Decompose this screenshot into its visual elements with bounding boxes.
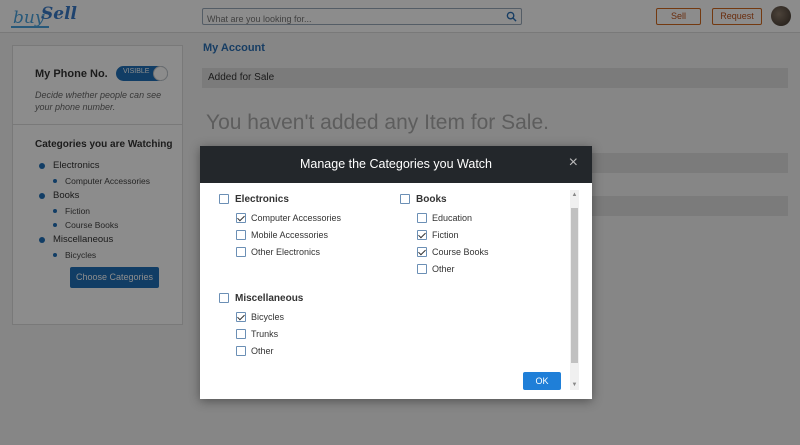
categories-modal: Manage the Categories you Watch × Electr… <box>200 146 592 399</box>
option-label: Other <box>251 346 274 356</box>
checkbox-trunks[interactable] <box>236 329 246 339</box>
ok-button[interactable]: OK <box>523 372 561 390</box>
option-label: Fiction <box>432 230 459 240</box>
checkbox-electronics[interactable] <box>219 194 229 204</box>
checkbox-other-electronics[interactable] <box>236 247 246 257</box>
option-label: Other Electronics <box>251 247 321 257</box>
checkbox-computer-accessories[interactable] <box>236 213 246 223</box>
option-label: Other <box>432 264 455 274</box>
checkbox-misc-other[interactable] <box>236 346 246 356</box>
modal-header: Manage the Categories you Watch × <box>200 146 592 183</box>
modal-title: Manage the Categories you Watch <box>299 157 492 171</box>
option-label: Computer Accessories <box>251 213 342 223</box>
scrollbar-thumb[interactable] <box>571 208 578 363</box>
option-label: Trunks <box>251 329 279 339</box>
group-label: Books <box>416 194 447 205</box>
scroll-down-icon[interactable]: ▼ <box>570 382 579 388</box>
option-label: Education <box>432 213 473 223</box>
option-label: Bicycles <box>251 312 285 322</box>
checkbox-books-other[interactable] <box>417 264 427 274</box>
checkbox-mobile-accessories[interactable] <box>236 230 246 240</box>
option-label: Course Books <box>432 247 489 257</box>
checkbox-bicycles[interactable] <box>236 312 246 322</box>
modal-scrollbar[interactable]: ▲ ▼ <box>570 190 579 390</box>
checkbox-fiction[interactable] <box>417 230 427 240</box>
group-label: Miscellaneous <box>235 293 304 304</box>
option-label: Mobile Accessories <box>251 230 329 240</box>
close-icon[interactable]: × <box>569 155 578 171</box>
checkbox-books[interactable] <box>400 194 410 204</box>
checkbox-education[interactable] <box>417 213 427 223</box>
checkbox-miscellaneous[interactable] <box>219 293 229 303</box>
group-label: Electronics <box>235 194 289 205</box>
checkbox-course-books[interactable] <box>417 247 427 257</box>
modal-body: Electronics Computer Accessories Mobile … <box>200 183 592 399</box>
scroll-up-icon[interactable]: ▲ <box>570 192 579 198</box>
